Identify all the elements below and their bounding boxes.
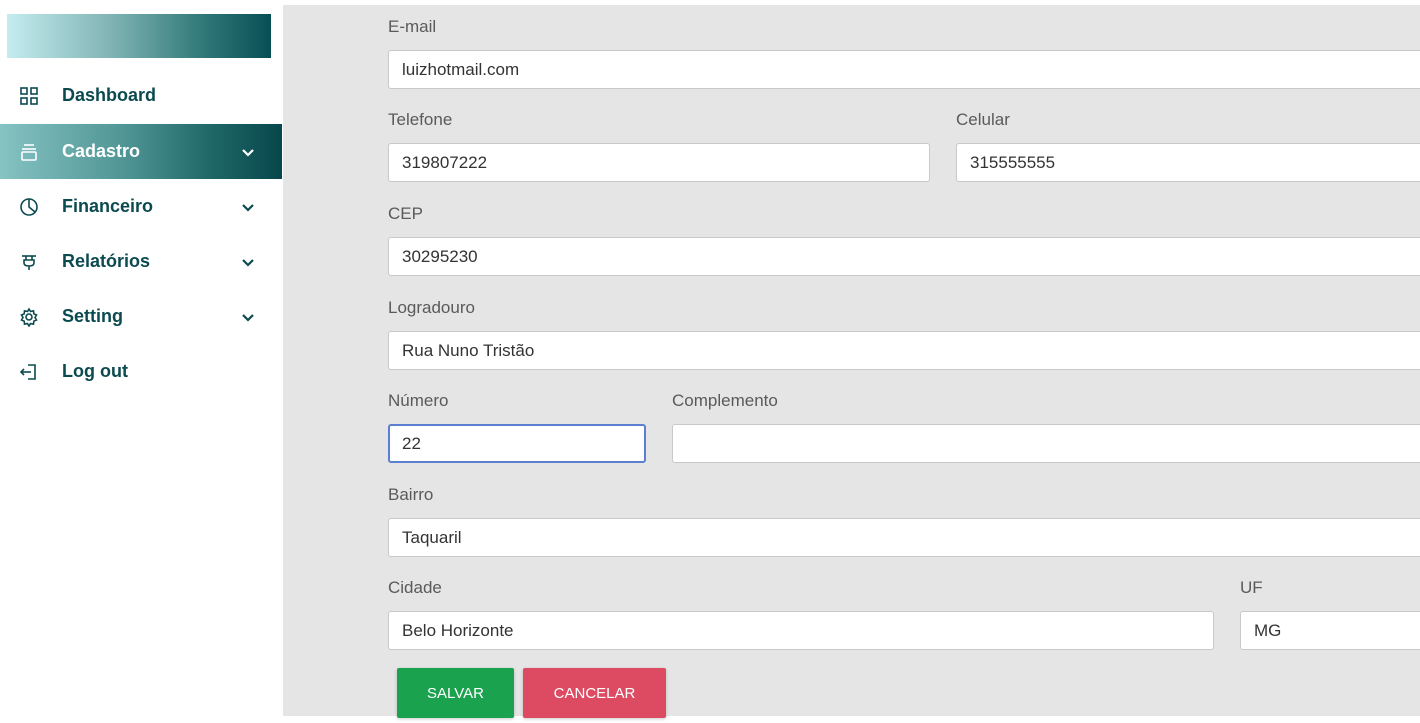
cidade-label: Cidade: [388, 578, 442, 597]
save-button[interactable]: SALVAR: [397, 668, 514, 718]
sidebar-item-label: Relatórios: [62, 251, 151, 271]
logradouro-field[interactable]: [388, 331, 1420, 370]
form-panel: E-mail Telefone Celular CEP Logradouro N…: [283, 5, 1420, 718]
celular-label: Celular: [956, 110, 1010, 129]
uf-label: UF: [1240, 578, 1263, 597]
sidebar-item-relatorios[interactable]: Relatórios: [0, 234, 282, 289]
sidebar-item-label: Log out: [62, 361, 128, 381]
bairro-label: Bairro: [388, 485, 434, 504]
cep-field[interactable]: [388, 237, 1420, 276]
sidebar: Dashboard Cadastro Financeiro Relatórios…: [0, 0, 282, 723]
chevron-down-icon[interactable]: [239, 253, 257, 271]
sidebar-item-setting[interactable]: Setting: [0, 289, 282, 344]
chevron-down-icon[interactable]: [239, 143, 257, 161]
celular-field[interactable]: [956, 143, 1420, 182]
numero-label: Número: [388, 391, 449, 410]
sidebar-item-cadastro[interactable]: Cadastro: [0, 124, 282, 179]
stack-icon: [19, 142, 39, 162]
chevron-down-icon[interactable]: [239, 308, 257, 326]
plug-icon: [19, 252, 39, 272]
sidebar-item-label: Cadastro: [62, 141, 141, 161]
sidebar-item-label: Financeiro: [62, 196, 154, 216]
sidebar-item-dashboard[interactable]: Dashboard: [0, 68, 282, 123]
numero-field[interactable]: [388, 424, 646, 463]
complemento-field[interactable]: [672, 424, 1420, 463]
cancel-button[interactable]: CANCELAR: [523, 668, 666, 718]
logout-icon: [19, 362, 39, 382]
pie-chart-icon: [19, 197, 39, 217]
telefone-label: Telefone: [388, 110, 453, 129]
sidebar-item-label: Dashboard: [62, 85, 157, 105]
sidebar-item-label: Setting: [62, 306, 123, 326]
email-label: E-mail: [388, 17, 437, 36]
logradouro-label: Logradouro: [388, 298, 475, 317]
gear-icon: [19, 306, 39, 327]
telefone-field[interactable]: [388, 143, 930, 182]
cidade-field[interactable]: [388, 611, 1214, 650]
grid-icon: [19, 86, 39, 106]
sidebar-item-financeiro[interactable]: Financeiro: [0, 179, 282, 234]
email-field[interactable]: [388, 50, 1420, 89]
bairro-field[interactable]: [388, 518, 1420, 557]
complemento-label: Complemento: [672, 391, 778, 410]
chevron-down-icon[interactable]: [239, 198, 257, 216]
logo-banner: [7, 14, 271, 58]
sidebar-item-logout[interactable]: Log out: [0, 344, 282, 399]
uf-field[interactable]: [1240, 611, 1420, 650]
cep-label: CEP: [388, 204, 423, 223]
